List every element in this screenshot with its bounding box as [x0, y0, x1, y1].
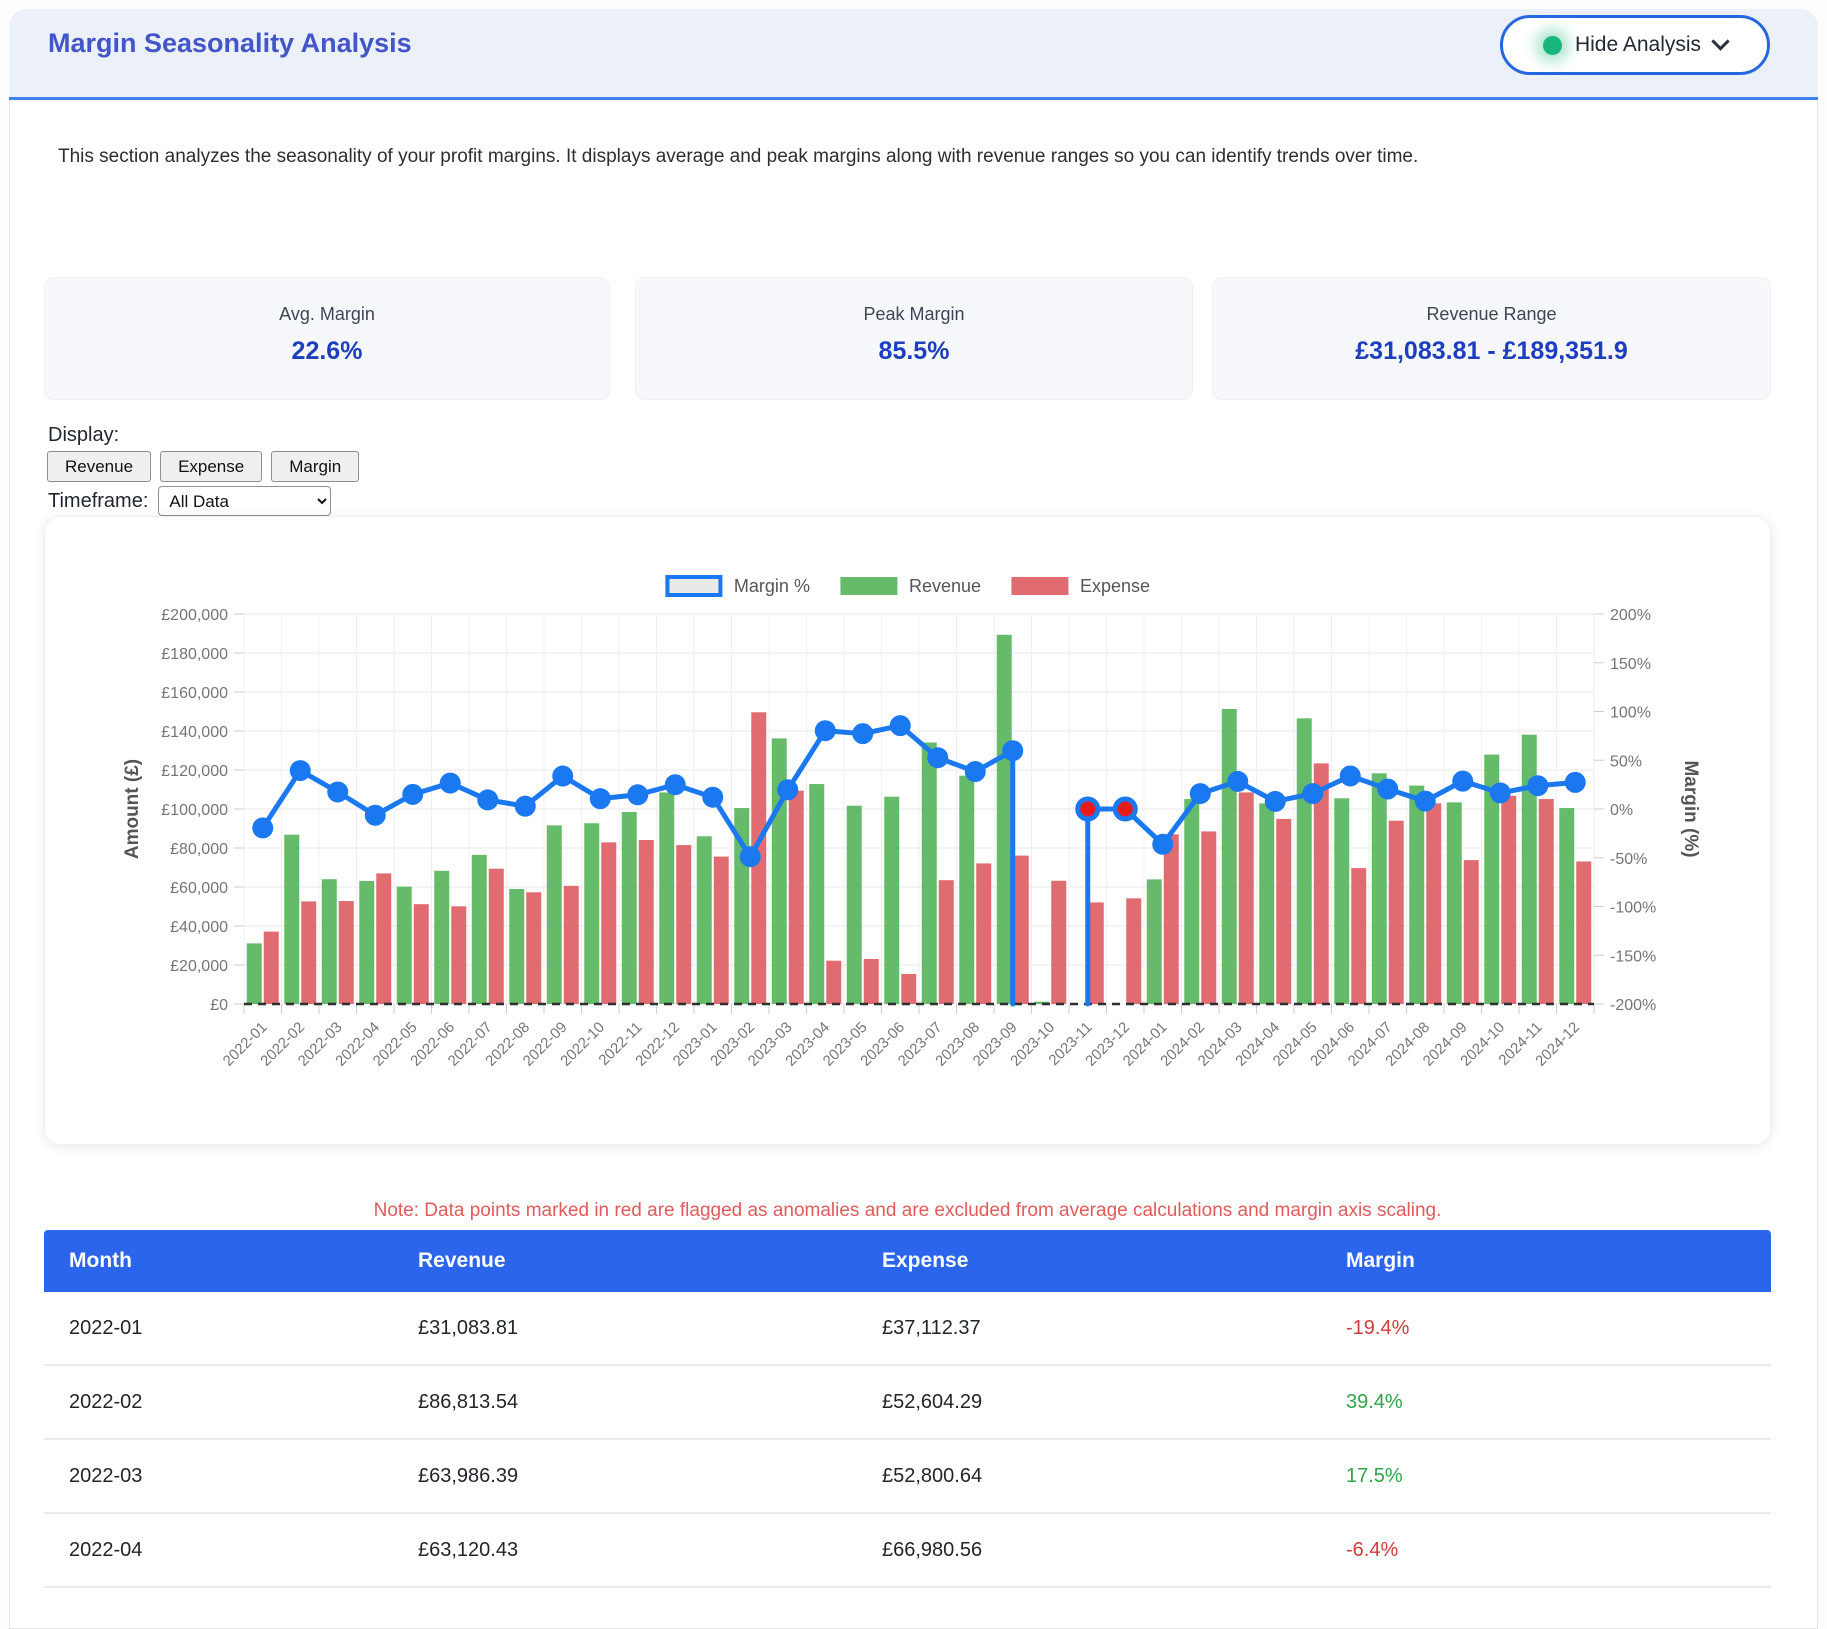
table-header-expense: Expense	[882, 1249, 1346, 1273]
svg-text:£200,000: £200,000	[161, 607, 228, 624]
svg-text:Margin (%): Margin (%)	[1680, 760, 1701, 857]
stat-label: Revenue Range	[1213, 304, 1770, 325]
stat-value: 85.5%	[636, 337, 1192, 366]
margin-table: MonthRevenueExpenseMargin 2022-01£31,083…	[44, 1230, 1771, 1588]
svg-text:-150%: -150%	[1610, 948, 1656, 965]
timeframe-row: Timeframe: All Data	[48, 486, 331, 516]
chart-panel: Margin %RevenueExpense £200,000£180,000£…	[44, 516, 1771, 1145]
svg-text:200%: 200%	[1610, 607, 1651, 624]
table-header-margin: Margin	[1346, 1249, 1771, 1273]
status-dot-icon	[1543, 36, 1562, 55]
hide-analysis-label: Hide Analysis	[1575, 33, 1701, 57]
table-header-revenue: Revenue	[418, 1249, 882, 1273]
cell-revenue: £86,813.54	[418, 1391, 882, 1414]
svg-text:£140,000: £140,000	[161, 724, 228, 741]
cell-expense: £52,604.29	[882, 1391, 1346, 1414]
svg-text:0%: 0%	[1610, 802, 1633, 819]
svg-text:Amount (£): Amount (£)	[122, 759, 143, 859]
display-button-expense[interactable]: Expense	[160, 451, 262, 482]
anomaly-note: Note: Data points marked in red are flag…	[44, 1200, 1771, 1222]
cell-margin: -19.4%	[1346, 1317, 1771, 1340]
svg-text:150%: 150%	[1610, 656, 1651, 673]
cell-margin: 39.4%	[1346, 1391, 1771, 1414]
timeframe-select[interactable]: All Data	[158, 486, 331, 516]
stat-card-revenue-range: Revenue Range £31,083.81 - £189,351.9	[1212, 277, 1771, 400]
stat-card-avg-margin: Avg. Margin 22.6%	[44, 277, 610, 400]
display-label: Display:	[48, 424, 119, 447]
cell-revenue: £63,986.39	[418, 1465, 882, 1488]
page-title: Margin Seasonality Analysis	[48, 28, 412, 59]
seasonality-chart[interactable]: £200,000 £180,000 £160,000 £140,000 £120,000…	[45, 517, 1772, 1146]
cell-margin: -6.4%	[1346, 1539, 1771, 1562]
table-row[interactable]: 2022-03£63,986.39£52,800.6417.5%	[44, 1440, 1771, 1514]
cell-margin: 17.5%	[1346, 1465, 1771, 1488]
svg-text:£180,000: £180,000	[161, 646, 228, 663]
svg-text:£100,000: £100,000	[161, 802, 228, 819]
chevron-down-icon	[1711, 32, 1729, 50]
svg-text:£80,000: £80,000	[170, 841, 228, 858]
cell-month: 2022-02	[69, 1391, 418, 1414]
cell-expense: £52,800.64	[882, 1465, 1346, 1488]
table-body: 2022-01£31,083.81£37,112.37-19.4%2022-02…	[44, 1292, 1771, 1588]
cell-revenue: £63,120.43	[418, 1539, 882, 1562]
section-description: This section analyzes the seasonality of…	[58, 146, 1658, 168]
svg-text:£0: £0	[210, 997, 228, 1014]
svg-text:£40,000: £40,000	[170, 919, 228, 936]
cell-expense: £66,980.56	[882, 1539, 1346, 1562]
timeframe-label: Timeframe:	[48, 490, 148, 513]
table-header-month: Month	[69, 1249, 418, 1273]
cell-revenue: £31,083.81	[418, 1317, 882, 1340]
display-button-revenue[interactable]: Revenue	[47, 451, 151, 482]
table-row[interactable]: 2022-02£86,813.54£52,604.2939.4%	[44, 1366, 1771, 1440]
svg-text:£20,000: £20,000	[170, 958, 228, 975]
stat-label: Peak Margin	[636, 304, 1192, 325]
cell-expense: £37,112.37	[882, 1317, 1346, 1340]
hide-analysis-button[interactable]: Hide Analysis	[1500, 15, 1770, 75]
svg-text:-200%: -200%	[1610, 997, 1656, 1014]
svg-text:£120,000: £120,000	[161, 763, 228, 780]
stat-value: £31,083.81 - £189,351.9	[1213, 337, 1770, 366]
cell-month: 2022-03	[69, 1465, 418, 1488]
svg-text:£60,000: £60,000	[170, 880, 228, 897]
stat-value: 22.6%	[45, 337, 609, 366]
display-buttons: Revenue Expense Margin	[47, 451, 359, 482]
table-row[interactable]: 2022-04£63,120.43£66,980.56-6.4%	[44, 1514, 1771, 1588]
svg-text:50%: 50%	[1610, 753, 1642, 770]
table-row[interactable]: 2022-01£31,083.81£37,112.37-19.4%	[44, 1292, 1771, 1366]
table-header-row: MonthRevenueExpenseMargin	[44, 1230, 1771, 1292]
svg-text:-100%: -100%	[1610, 900, 1656, 917]
svg-text:£160,000: £160,000	[161, 685, 228, 702]
cell-month: 2022-01	[69, 1317, 418, 1340]
display-button-margin[interactable]: Margin	[271, 451, 359, 482]
cell-month: 2022-04	[69, 1539, 418, 1562]
stat-label: Avg. Margin	[45, 304, 609, 325]
svg-text:100%: 100%	[1610, 705, 1651, 722]
stat-card-peak-margin: Peak Margin 85.5%	[635, 277, 1193, 400]
svg-text:-50%: -50%	[1610, 851, 1647, 868]
